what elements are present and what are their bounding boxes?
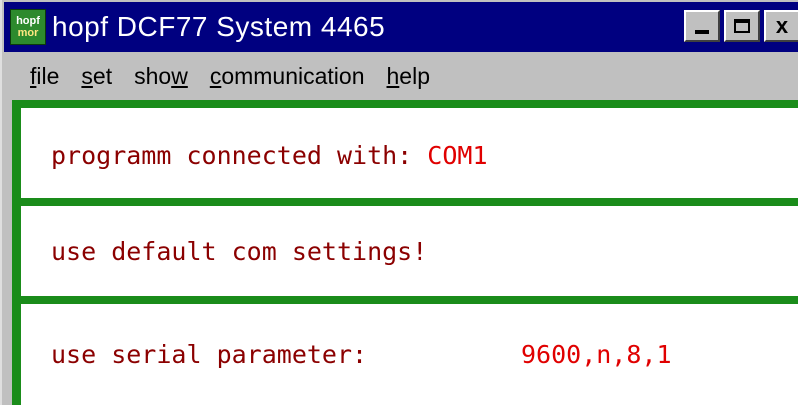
connection-panel: programm connected with: COM1: [21, 108, 798, 202]
menu-file[interactable]: file: [30, 63, 59, 90]
menu-file-rest: ile: [36, 62, 60, 89]
menu-help[interactable]: help: [387, 63, 431, 90]
default-settings-text: use default com settings!: [51, 236, 428, 266]
window-title: hopf DCF77 System 4465: [52, 11, 386, 42]
window-controls: x: [680, 10, 798, 42]
serial-parameter-value: 9600,n,8,1: [521, 340, 672, 369]
maximize-button[interactable]: [724, 10, 760, 42]
title-bar[interactable]: hopf mor hopf DCF77 System 4465 x: [4, 2, 798, 52]
app-icon-bottom-text: mor: [17, 27, 39, 39]
menu-show[interactable]: show: [134, 63, 188, 90]
app-icon-top-text: hopf: [16, 15, 40, 27]
minimize-icon: [695, 30, 709, 34]
app-window: hopf mor hopf DCF77 System 4465 x file s…: [0, 0, 798, 405]
menu-show-rest: sho: [134, 62, 172, 89]
panel-divider-left: [12, 100, 21, 405]
connection-port: COM1: [427, 140, 488, 170]
app-logo-icon[interactable]: hopf mor: [10, 9, 46, 45]
serial-panel: use serial parameter: 9600,n,8,1: [21, 296, 798, 405]
menu-set-rest: et: [92, 62, 113, 89]
menu-communication-mnemonic: c: [209, 62, 222, 89]
panel-divider-top: [12, 100, 798, 108]
menu-set[interactable]: set: [81, 63, 112, 90]
serial-parameter-label: use serial parameter:: [51, 340, 368, 369]
menu-communication-rest: ommunication: [221, 62, 365, 89]
close-button[interactable]: x: [764, 10, 798, 42]
menu-show-mnemonic: w: [171, 62, 188, 89]
menu-set-mnemonic: s: [81, 62, 93, 89]
menu-help-mnemonic: h: [386, 62, 400, 89]
close-icon: x: [775, 13, 789, 38]
minimize-button[interactable]: [684, 10, 720, 42]
menu-communication[interactable]: communication: [210, 63, 365, 90]
connection-label: programm connected with:: [51, 140, 413, 170]
menu-bar: file set show communication help: [4, 56, 798, 96]
settings-panel: use default com settings!: [21, 198, 798, 296]
maximize-icon: [734, 19, 750, 33]
menu-help-rest: elp: [399, 62, 430, 89]
